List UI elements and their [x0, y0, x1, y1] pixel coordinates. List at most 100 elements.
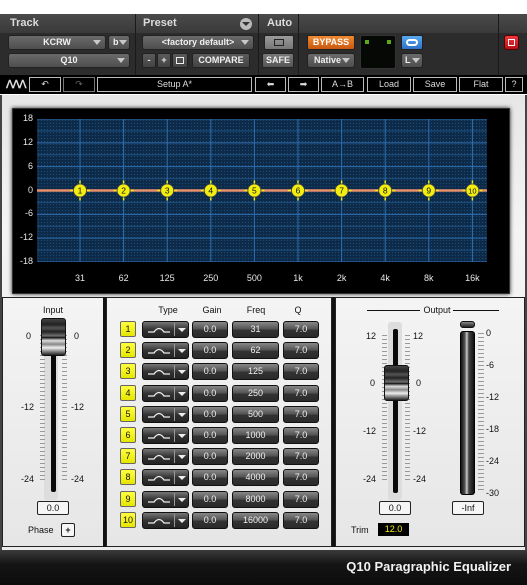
band-handle-10[interactable]: 10 [462, 180, 483, 201]
preset-next-button[interactable]: + [157, 53, 171, 68]
band-q-field[interactable]: 7.0 [283, 469, 319, 487]
band-freq-field[interactable]: 16000 [232, 511, 279, 529]
band-type-dropdown[interactable] [142, 384, 189, 402]
band-q-field[interactable]: 7.0 [283, 384, 319, 402]
undo-button[interactable]: ↶ [29, 77, 61, 92]
band-handle-8[interactable]: 8 [375, 180, 396, 201]
copy-a-to-b-button[interactable]: A→B [321, 77, 364, 92]
track-name-dropdown[interactable]: KCRW [8, 35, 106, 50]
band-q-field[interactable]: 7.0 [283, 405, 319, 423]
band-freq-field[interactable]: 125 [232, 363, 279, 381]
band-freq-field[interactable]: 2000 [232, 448, 279, 466]
input-value-readout[interactable]: 0.0 [37, 501, 69, 515]
automation-button[interactable] [264, 35, 294, 50]
band-enable-button[interactable]: 3 [120, 363, 136, 380]
output-fader-handle[interactable] [384, 365, 409, 401]
band-gain-field[interactable]: 0.0 [192, 469, 228, 487]
band-enable-button[interactable]: 10 [120, 511, 136, 528]
dropdown-separator [174, 450, 175, 464]
band-handle-2[interactable]: 2 [113, 180, 134, 201]
band-type-dropdown[interactable] [142, 427, 189, 444]
band-q-field[interactable]: 7.0 [283, 342, 319, 360]
preset-dropdown[interactable]: <factory default> [142, 35, 254, 50]
band-freq-field[interactable]: 500 [232, 405, 279, 423]
preset-librarian-button[interactable] [172, 53, 188, 68]
band-handle-3[interactable]: 3 [157, 180, 178, 201]
band-q-field[interactable]: 7.0 [283, 448, 319, 466]
band-freq-field[interactable]: 1000 [232, 427, 279, 444]
band-gain-field[interactable]: 0.0 [192, 384, 228, 402]
channel-dropdown[interactable]: b [108, 35, 130, 50]
output-value-readout[interactable]: 0.0 [379, 501, 411, 515]
eq-plot-area[interactable]: 1 2 3 4 5 6 7 8 9 10 [37, 119, 487, 262]
band-q-field[interactable]: 7.0 [283, 511, 319, 529]
band-freq-field[interactable]: 4000 [232, 469, 279, 487]
band-enable-button[interactable]: 5 [120, 405, 136, 422]
band-q-field[interactable]: 7.0 [283, 363, 319, 381]
insert-dropdown[interactable]: Q10 [8, 53, 130, 68]
waves-logo-icon[interactable]: ᐱᐱᐱ [6, 78, 27, 91]
band-freq-field[interactable]: 62 [232, 342, 279, 360]
band-handle-4[interactable]: 4 [200, 180, 221, 201]
preset-menu-button[interactable] [240, 18, 252, 30]
band-freq-field[interactable]: 8000 [232, 490, 279, 508]
bypass-button[interactable]: BYPASS [307, 35, 355, 50]
phase-button[interactable]: + [61, 523, 75, 537]
band-type-dropdown[interactable] [142, 448, 189, 466]
band-q-field[interactable]: 7.0 [283, 490, 319, 508]
close-plugin-button[interactable] [504, 35, 519, 50]
band-enable-button[interactable]: 4 [120, 384, 136, 401]
band-type-dropdown[interactable] [142, 469, 189, 487]
compare-button[interactable]: COMPARE [192, 53, 250, 68]
band-type-dropdown[interactable] [142, 511, 189, 529]
band-handle-9[interactable]: 9 [418, 180, 439, 201]
band-handle-6[interactable]: 6 [288, 180, 308, 201]
preset-previous-button[interactable]: - [142, 53, 156, 68]
band-gain-field[interactable]: 0.0 [192, 342, 228, 360]
band-freq-field[interactable]: 250 [232, 384, 279, 402]
previous-setup-button[interactable]: ⬅ [255, 77, 286, 92]
band-type-dropdown[interactable] [142, 321, 189, 338]
band-type-dropdown[interactable] [142, 363, 189, 381]
band-gain-field[interactable]: 0.0 [192, 448, 228, 466]
band-type-dropdown[interactable] [142, 342, 189, 360]
band-gain-field[interactable]: 0.0 [192, 511, 228, 529]
band-gain-field[interactable]: 0.0 [192, 490, 228, 508]
undo-icon: ↶ [41, 79, 49, 89]
channel-select-dropdown[interactable]: L [401, 53, 423, 68]
band-handle-label: 3 [165, 186, 170, 196]
next-setup-button[interactable]: ➡ [288, 77, 319, 92]
band-q-field[interactable]: 7.0 [283, 321, 319, 338]
band-handle-7[interactable]: 7 [331, 180, 352, 201]
band-q-field[interactable]: 7.0 [283, 427, 319, 444]
band-type-dropdown[interactable] [142, 405, 189, 423]
link-button[interactable] [401, 35, 423, 50]
meter-value-readout[interactable]: -Inf [452, 501, 484, 515]
band-enable-button[interactable]: 6 [120, 427, 136, 443]
y-axis-label: -6 [24, 208, 33, 219]
band-gain-field[interactable]: 0.0 [192, 427, 228, 444]
band-gain-field[interactable]: 0.0 [192, 405, 228, 423]
band-enable-button[interactable]: 8 [120, 469, 136, 486]
band-enable-button[interactable]: 7 [120, 448, 136, 465]
band-type-dropdown[interactable] [142, 490, 189, 508]
trim-value[interactable]: 12.0 [378, 523, 409, 536]
load-button[interactable]: Load [367, 77, 411, 92]
band-gain-field[interactable]: 0.0 [192, 363, 228, 381]
processing-mode-dropdown[interactable]: Native [307, 53, 355, 68]
input-fader-handle[interactable] [41, 318, 66, 356]
meter-clip-indicator[interactable] [460, 321, 475, 328]
band-gain-field[interactable]: 0.0 [192, 321, 228, 338]
band-enable-button[interactable]: 1 [120, 321, 136, 337]
redo-button[interactable]: ↷ [63, 77, 95, 92]
band-handle-1[interactable]: 1 [70, 180, 90, 201]
help-button[interactable]: ? [505, 77, 523, 92]
band-handle-5[interactable]: 5 [244, 180, 265, 201]
flat-button[interactable]: Flat [459, 77, 503, 92]
setup-button[interactable]: Setup A* [97, 77, 252, 92]
band-freq-field[interactable]: 31 [232, 321, 279, 338]
save-button[interactable]: Save [413, 77, 457, 92]
band-enable-button[interactable]: 9 [120, 490, 136, 507]
safe-button[interactable]: SAFE [262, 53, 294, 68]
band-enable-button[interactable]: 2 [120, 342, 136, 359]
